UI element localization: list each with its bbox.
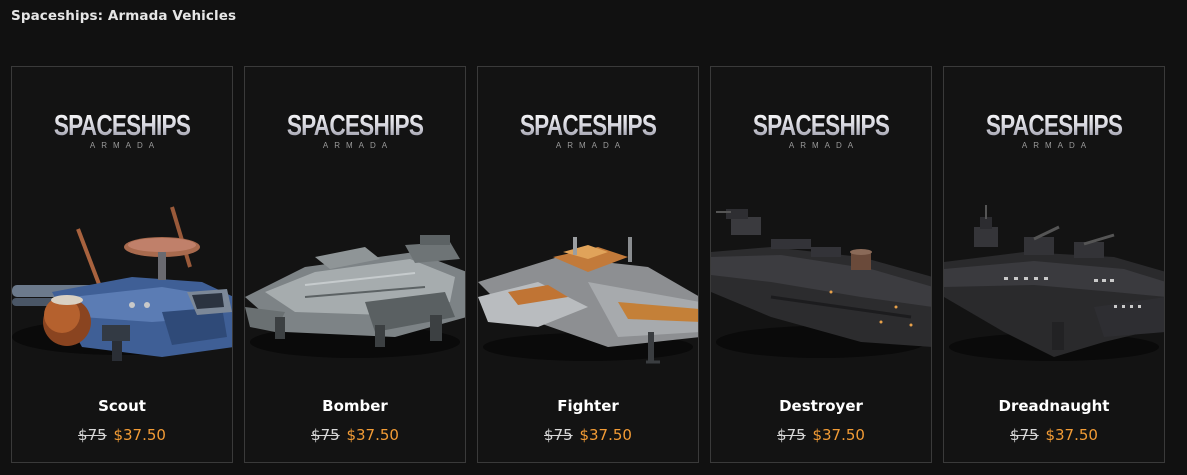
bomber-ship-image[interactable] <box>245 197 465 377</box>
product-cards: SPACESHIPS ARMADA Scout $75 $37.50 SPACE… <box>11 66 1165 463</box>
scout-ship-image[interactable] <box>12 197 232 377</box>
product-price: $75 $37.50 <box>478 426 698 444</box>
sale-price: $37.50 <box>579 426 632 444</box>
product-name[interactable]: Dreadnaught <box>944 397 1164 415</box>
original-price: $75 <box>311 426 340 444</box>
logo-main-text: SPACESHIPS <box>502 111 674 141</box>
destroyer-ship-image[interactable] <box>711 197 931 377</box>
spaceships-armada-logo: SPACESHIPS ARMADA <box>711 111 931 150</box>
product-card-destroyer[interactable]: SPACESHIPS ARMADA Destroyer $75 $37.50 <box>710 66 932 463</box>
spaceships-armada-logo: SPACESHIPS ARMADA <box>245 111 465 150</box>
product-card-fighter[interactable]: SPACESHIPS ARMADA Fighter $75 $37.50 <box>477 66 699 463</box>
product-price: $75 $37.50 <box>12 426 232 444</box>
logo-main-text: SPACESHIPS <box>735 111 907 141</box>
logo-sub-text: ARMADA <box>89 141 161 150</box>
fighter-ship-image[interactable] <box>478 197 698 377</box>
product-name[interactable]: Destroyer <box>711 397 931 415</box>
product-card-bomber[interactable]: SPACESHIPS ARMADA Bomber $75 $37.50 <box>244 66 466 463</box>
product-price: $75 $37.50 <box>944 426 1164 444</box>
logo-main-text: SPACESHIPS <box>36 111 208 141</box>
sale-price: $37.50 <box>812 426 865 444</box>
sale-price: $37.50 <box>346 426 399 444</box>
original-price: $75 <box>78 426 107 444</box>
section-title: Spaceships: Armada Vehicles <box>11 8 237 24</box>
product-card-dreadnaught[interactable]: SPACESHIPS ARMADA Dreadnaught $75 $37.50 <box>943 66 1165 463</box>
original-price: $75 <box>777 426 806 444</box>
logo-sub-text: ARMADA <box>555 141 627 150</box>
product-card-scout[interactable]: SPACESHIPS ARMADA Scout $75 $37.50 <box>11 66 233 463</box>
product-price: $75 $37.50 <box>245 426 465 444</box>
product-price: $75 $37.50 <box>711 426 931 444</box>
sale-price: $37.50 <box>113 426 166 444</box>
original-price: $75 <box>1010 426 1039 444</box>
product-name[interactable]: Fighter <box>478 397 698 415</box>
original-price: $75 <box>544 426 573 444</box>
spaceships-armada-logo: SPACESHIPS ARMADA <box>12 111 232 150</box>
product-name[interactable]: Bomber <box>245 397 465 415</box>
logo-main-text: SPACESHIPS <box>968 111 1140 141</box>
dreadnaught-ship-image[interactable] <box>944 197 1164 377</box>
logo-sub-text: ARMADA <box>788 141 860 150</box>
sale-price: $37.50 <box>1045 426 1098 444</box>
product-grid-page: Spaceships: Armada Vehicles SPACESHIPS A… <box>0 0 1187 475</box>
spaceships-armada-logo: SPACESHIPS ARMADA <box>944 111 1164 150</box>
product-name[interactable]: Scout <box>12 397 232 415</box>
logo-sub-text: ARMADA <box>322 141 394 150</box>
logo-main-text: SPACESHIPS <box>269 111 441 141</box>
logo-sub-text: ARMADA <box>1021 141 1093 150</box>
spaceships-armada-logo: SPACESHIPS ARMADA <box>478 111 698 150</box>
